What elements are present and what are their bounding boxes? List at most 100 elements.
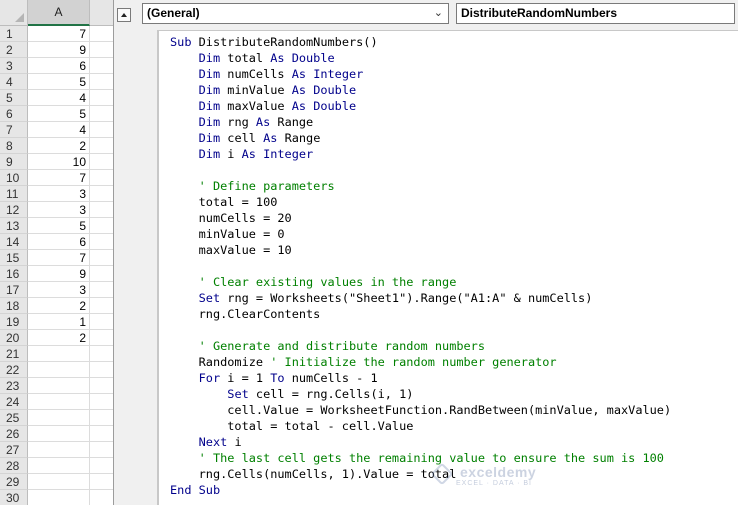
row-header[interactable]: 22 [0, 362, 28, 378]
cell-b[interactable] [90, 154, 113, 170]
cell-b[interactable] [90, 202, 113, 218]
cell-b[interactable] [90, 378, 113, 394]
code-line[interactable]: ' Generate and distribute random numbers [170, 338, 671, 354]
code-line[interactable]: Dim minValue As Double [170, 82, 671, 98]
code-line[interactable]: numCells = 20 [170, 210, 671, 226]
code-line[interactable]: Sub DistributeRandomNumbers() [170, 34, 671, 50]
row-header[interactable]: 15 [0, 250, 28, 266]
cell-b[interactable] [90, 282, 113, 298]
cell-a[interactable]: 3 [28, 282, 90, 298]
code-line[interactable]: ' The last cell gets the remaining value… [170, 450, 671, 466]
row-header[interactable]: 8 [0, 138, 28, 154]
code-text[interactable]: Sub DistributeRandomNumbers() Dim total … [170, 34, 671, 498]
row-header[interactable]: 26 [0, 426, 28, 442]
code-line[interactable]: Randomize ' Initialize the random number… [170, 354, 671, 370]
cell-a[interactable] [28, 458, 90, 474]
row-header[interactable]: 21 [0, 346, 28, 362]
row-header[interactable]: 1 [0, 26, 28, 42]
code-line[interactable]: total = total - cell.Value [170, 418, 671, 434]
code-line[interactable]: For i = 1 To numCells - 1 [170, 370, 671, 386]
code-line[interactable]: Set rng = Worksheets("Sheet1").Range("A1… [170, 290, 671, 306]
row-header[interactable]: 10 [0, 170, 28, 186]
cell-b[interactable] [90, 234, 113, 250]
column-header-next[interactable] [90, 0, 113, 26]
cell-b[interactable] [90, 266, 113, 282]
cell-b[interactable] [90, 394, 113, 410]
cell-b[interactable] [90, 426, 113, 442]
cell-b[interactable] [90, 298, 113, 314]
cell-b[interactable] [90, 330, 113, 346]
cell-a[interactable]: 4 [28, 122, 90, 138]
cell-a[interactable]: 3 [28, 202, 90, 218]
cell-a[interactable]: 2 [28, 330, 90, 346]
cell-b[interactable] [90, 458, 113, 474]
code-editor[interactable]: Sub DistributeRandomNumbers() Dim total … [158, 30, 738, 505]
cell-b[interactable] [90, 250, 113, 266]
row-header[interactable]: 7 [0, 122, 28, 138]
cell-a[interactable]: 1 [28, 314, 90, 330]
code-line[interactable]: Next i [170, 434, 671, 450]
cell-b[interactable] [90, 42, 113, 58]
cell-a[interactable] [28, 426, 90, 442]
code-line[interactable]: total = 100 [170, 194, 671, 210]
cell-a[interactable]: 6 [28, 234, 90, 250]
row-header[interactable]: 16 [0, 266, 28, 282]
cell-a[interactable]: 10 [28, 154, 90, 170]
code-line[interactable] [170, 162, 671, 178]
cell-b[interactable] [90, 410, 113, 426]
cell-b[interactable] [90, 362, 113, 378]
cell-b[interactable] [90, 474, 113, 490]
row-header[interactable]: 9 [0, 154, 28, 170]
cell-b[interactable] [90, 74, 113, 90]
code-margin[interactable] [114, 30, 158, 505]
row-header[interactable]: 18 [0, 298, 28, 314]
code-line[interactable]: rng.Cells(numCells, 1).Value = total [170, 466, 671, 482]
cell-b[interactable] [90, 218, 113, 234]
row-header[interactable]: 29 [0, 474, 28, 490]
code-line[interactable] [170, 322, 671, 338]
code-line[interactable]: minValue = 0 [170, 226, 671, 242]
cell-a[interactable]: 2 [28, 138, 90, 154]
cell-a[interactable]: 9 [28, 42, 90, 58]
cell-a[interactable] [28, 474, 90, 490]
cell-a[interactable] [28, 362, 90, 378]
cell-a[interactable]: 5 [28, 218, 90, 234]
cell-a[interactable]: 7 [28, 26, 90, 42]
cell-a[interactable]: 6 [28, 58, 90, 74]
cell-a[interactable]: 7 [28, 250, 90, 266]
row-header[interactable]: 23 [0, 378, 28, 394]
code-line[interactable]: Dim cell As Range [170, 130, 671, 146]
row-header[interactable]: 4 [0, 74, 28, 90]
row-header[interactable]: 13 [0, 218, 28, 234]
cell-b[interactable] [90, 90, 113, 106]
cell-a[interactable] [28, 490, 90, 505]
row-header[interactable]: 24 [0, 394, 28, 410]
cell-a[interactable] [28, 346, 90, 362]
cell-a[interactable]: 9 [28, 266, 90, 282]
row-header[interactable]: 28 [0, 458, 28, 474]
code-line[interactable]: Dim rng As Range [170, 114, 671, 130]
cell-a[interactable] [28, 394, 90, 410]
cell-b[interactable] [90, 170, 113, 186]
cell-b[interactable] [90, 58, 113, 74]
cell-a[interactable]: 5 [28, 106, 90, 122]
cell-b[interactable] [90, 26, 113, 42]
cell-a[interactable]: 5 [28, 74, 90, 90]
cell-b[interactable] [90, 314, 113, 330]
cell-b[interactable] [90, 442, 113, 458]
code-line[interactable] [170, 258, 671, 274]
cell-b[interactable] [90, 106, 113, 122]
row-header[interactable]: 14 [0, 234, 28, 250]
cell-a[interactable]: 7 [28, 170, 90, 186]
collapse-arrow-icon[interactable] [117, 8, 131, 22]
cell-b[interactable] [90, 346, 113, 362]
column-header-a[interactable]: A [28, 0, 90, 26]
cell-b[interactable] [90, 186, 113, 202]
row-header[interactable]: 30 [0, 490, 28, 505]
row-header[interactable]: 11 [0, 186, 28, 202]
cell-b[interactable] [90, 138, 113, 154]
cell-b[interactable] [90, 122, 113, 138]
code-line[interactable]: Dim maxValue As Double [170, 98, 671, 114]
code-line[interactable]: ' Define parameters [170, 178, 671, 194]
object-dropdown[interactable]: (General) ⌄ [142, 3, 449, 24]
